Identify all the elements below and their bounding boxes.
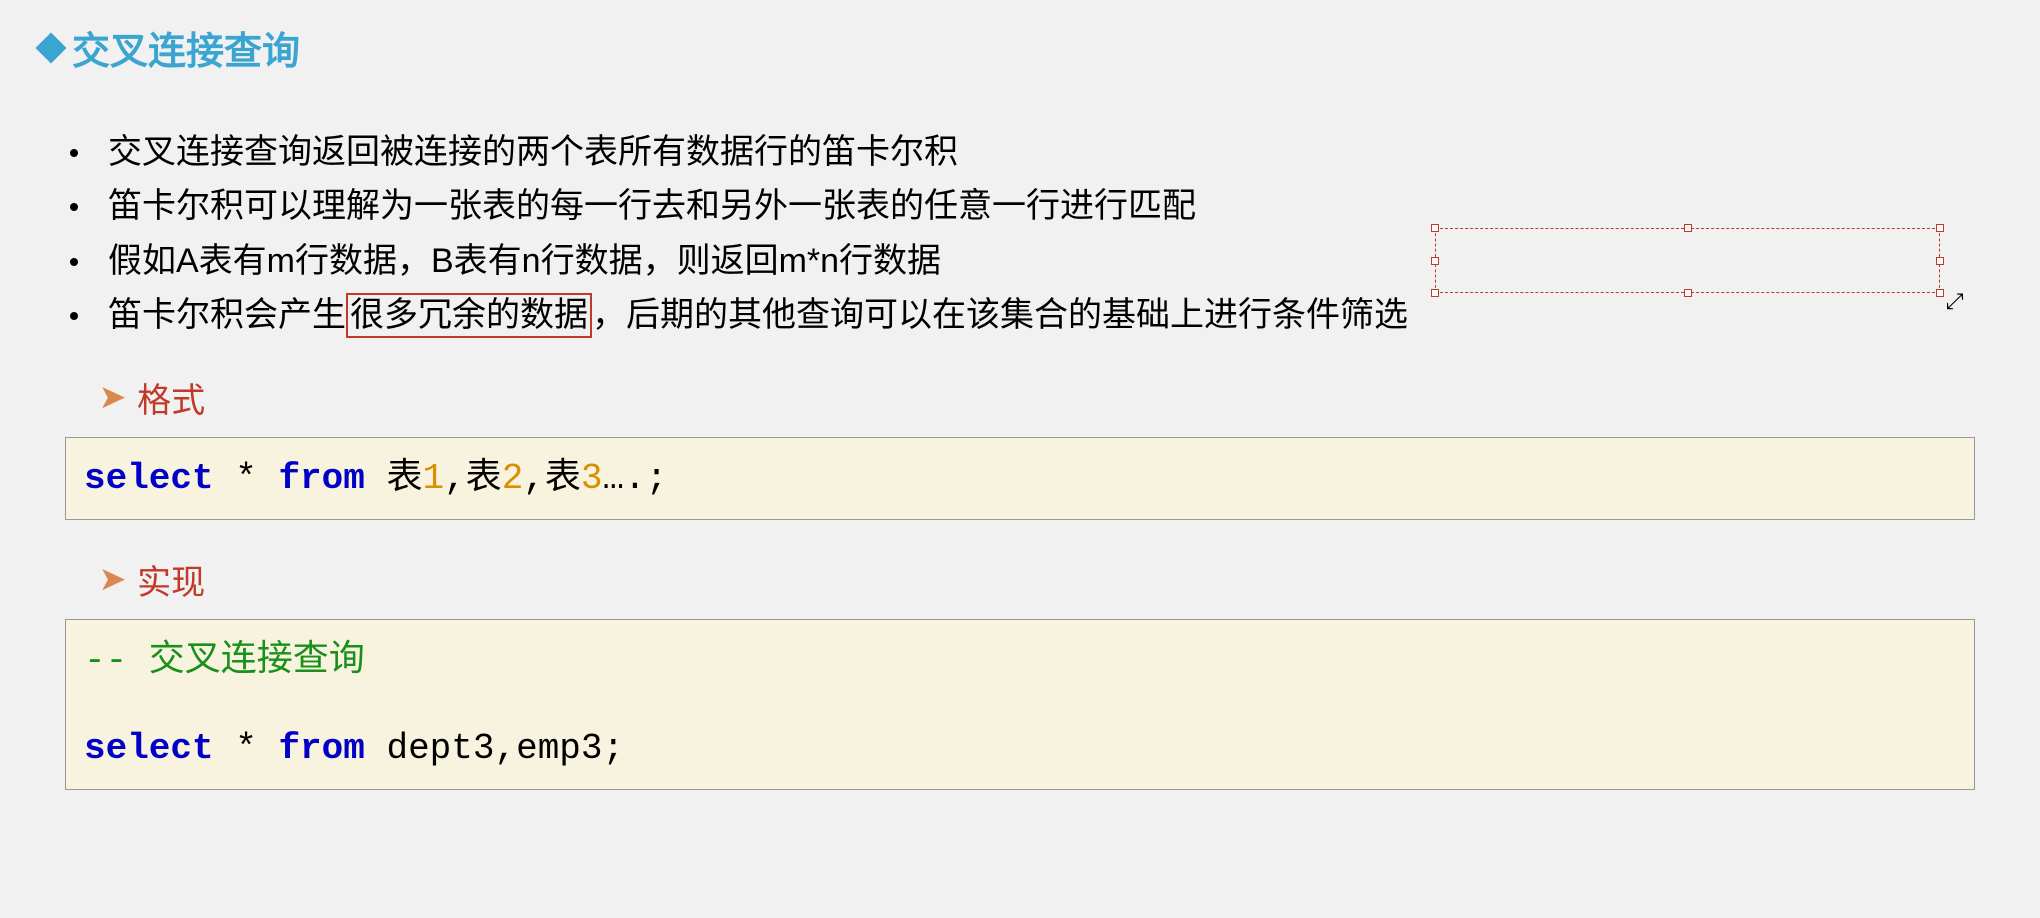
code-text: dept3,emp3;	[365, 728, 624, 769]
code-text: ,表	[444, 458, 502, 499]
code-text: 表	[365, 458, 423, 499]
bullet-dot-icon	[70, 203, 78, 211]
resize-handle[interactable]	[1684, 224, 1692, 232]
keyword: select	[84, 458, 214, 499]
code-text: *	[214, 728, 279, 769]
diamond-bullet-icon	[35, 32, 66, 63]
bullet-text: 交叉连接查询返回被连接的两个表所有数据行的笛卡尔积	[108, 125, 958, 179]
code-number: 1	[422, 458, 444, 499]
code-block-format: select * from 表1,表2,表3….;	[65, 437, 1975, 521]
arrow-icon: ➤	[100, 380, 125, 415]
code-comment: -- 交叉连接查询	[84, 632, 1956, 690]
subheading-format: ➤ 格式	[100, 373, 2000, 422]
bullet-text: 笛卡尔积会产生很多冗余的数据，后期的其他查询可以在该集合的基础上进行条件筛选	[108, 288, 1408, 342]
code-text: ,表	[523, 458, 581, 499]
bullet4-pre: 笛卡尔积会产生	[108, 296, 346, 334]
subheading-text: 格式	[137, 373, 205, 422]
resize-handle[interactable]	[1431, 289, 1439, 297]
bullet-dot-icon	[70, 312, 78, 320]
bullet-text: 假如A表有m行数据，B表有n行数据，则返回m*n行数据	[108, 234, 941, 288]
highlighted-phrase: 很多冗余的数据	[346, 293, 592, 338]
code-number: 3	[581, 458, 603, 499]
bullet-dot-icon	[70, 258, 78, 266]
list-item: 交叉连接查询返回被连接的两个表所有数据行的笛卡尔积	[70, 125, 2000, 179]
section-heading: 交叉连接查询	[40, 20, 2000, 75]
keyword: select	[84, 728, 214, 769]
resize-handle[interactable]	[1936, 257, 1944, 265]
bullet4-post: ，后期的其他查询可以在该集合的基础上进行条件筛选	[592, 296, 1408, 334]
list-item: 笛卡尔积会产生很多冗余的数据，后期的其他查询可以在该集合的基础上进行条件筛选	[70, 288, 2000, 342]
resize-handle[interactable]	[1431, 224, 1439, 232]
code-text: *	[214, 458, 279, 499]
code-number: 2	[502, 458, 524, 499]
code-block-impl: -- 交叉连接查询 select * from dept3,emp3;	[65, 619, 1975, 790]
code-text: ….;	[603, 458, 668, 499]
subheading-impl: ➤ 实现	[100, 555, 2000, 604]
resize-handle[interactable]	[1936, 224, 1944, 232]
list-item: 笛卡尔积可以理解为一张表的每一行去和另外一张表的任意一行进行匹配	[70, 179, 2000, 233]
selection-box[interactable]: ⤡	[1435, 228, 1940, 293]
arrow-icon: ➤	[100, 562, 125, 597]
resize-cursor-icon: ⤡	[1942, 292, 1968, 310]
resize-handle[interactable]	[1684, 289, 1692, 297]
bullet-dot-icon	[70, 149, 78, 157]
subheading-text: 实现	[137, 555, 205, 604]
keyword: from	[278, 728, 364, 769]
bullet-text: 笛卡尔积可以理解为一张表的每一行去和另外一张表的任意一行进行匹配	[108, 179, 1196, 233]
title-text: 交叉连接查询	[72, 20, 300, 75]
keyword: from	[278, 458, 364, 499]
resize-handle[interactable]	[1431, 257, 1439, 265]
